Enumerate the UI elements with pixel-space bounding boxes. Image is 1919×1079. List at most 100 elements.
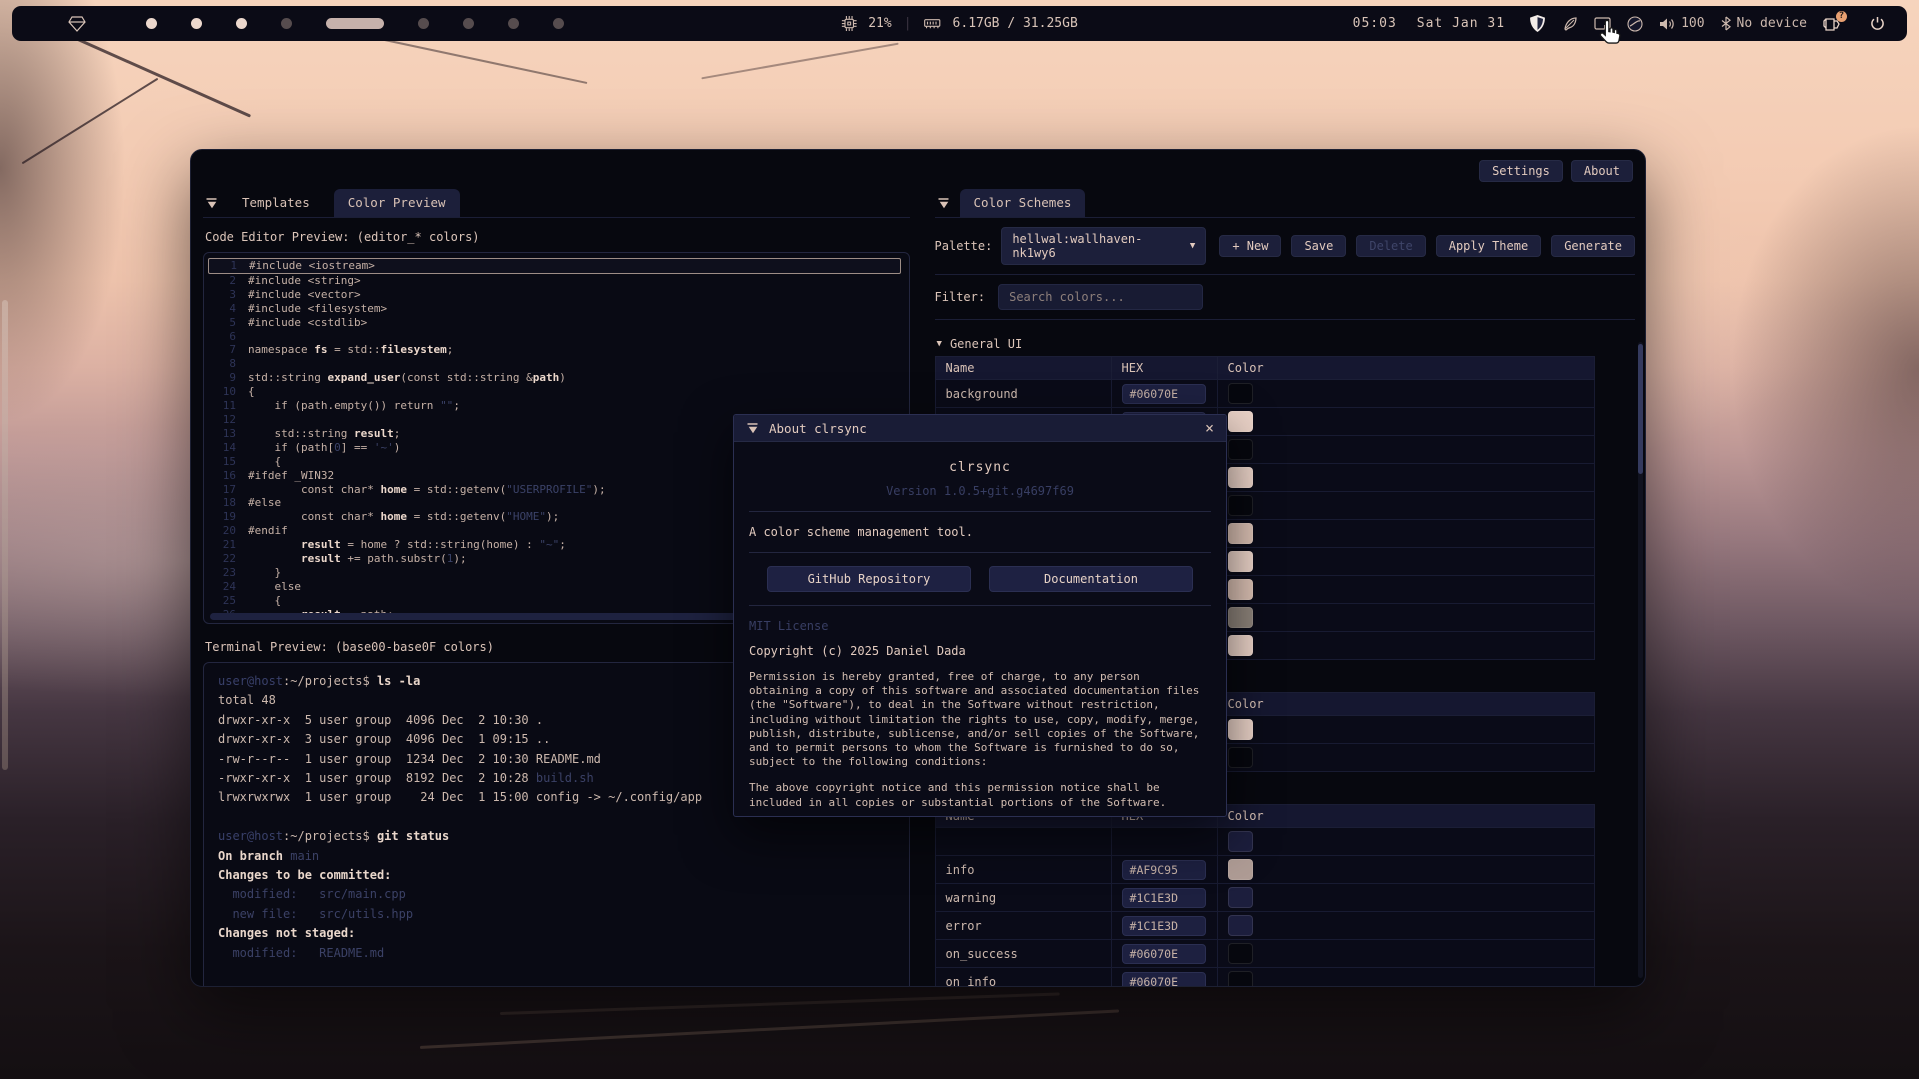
tab-color-schemes[interactable]: Color Schemes — [960, 189, 1086, 217]
terminal-line: On branch main — [218, 847, 895, 866]
cpu-usage: 21% — [868, 16, 891, 31]
wallpaper-trees-right — [1679, 120, 1919, 740]
table-row[interactable]: on_info#06070E — [935, 968, 1594, 988]
feather-icon[interactable] — [1562, 16, 1578, 32]
terminal-line: modified: README.md — [218, 944, 895, 963]
search-input[interactable] — [998, 284, 1203, 310]
code-line: 8 — [208, 357, 901, 371]
color-swatch[interactable] — [1228, 887, 1253, 908]
color-name: warning — [935, 884, 1111, 912]
workspace-dot-1[interactable] — [146, 18, 157, 29]
close-icon[interactable]: × — [1205, 419, 1214, 437]
color-swatch[interactable] — [1228, 579, 1253, 600]
chevron-down-icon: ▼ — [1190, 241, 1195, 251]
about-button[interactable]: About — [1571, 160, 1633, 182]
shield-icon[interactable] — [1529, 15, 1546, 32]
color-swatch[interactable] — [1228, 915, 1253, 936]
vertical-scrollbar[interactable] — [1638, 342, 1643, 978]
palette-value: hellwal:wallhaven-nk1wy6 — [1012, 232, 1182, 260]
hex-value-field[interactable]: #1C1E3D — [1122, 888, 1206, 908]
hex-value-field[interactable]: #1C1E3D — [1122, 916, 1206, 936]
code-line: 7namespace fs = std::filesystem; — [208, 343, 901, 357]
about-dialog: About clrsync × clrsync Version 1.0.5+gi… — [733, 414, 1227, 817]
new-button[interactable]: + New — [1219, 235, 1281, 257]
workspace-dot-5[interactable] — [326, 18, 384, 29]
documentation-button[interactable]: Documentation — [989, 566, 1193, 592]
stat-separator: | — [904, 16, 912, 31]
color-name: background — [935, 380, 1111, 408]
terminal-line: Changes to be committed: — [218, 866, 895, 885]
color-swatch[interactable] — [1228, 383, 1253, 404]
workspace-dot-6[interactable] — [418, 18, 429, 29]
column-header: Name — [935, 357, 1111, 380]
github-repository-button[interactable]: GitHub Repository — [767, 566, 971, 592]
apply-theme-button[interactable]: Apply Theme — [1436, 235, 1541, 257]
scrollbar-thumb[interactable] — [1638, 344, 1643, 474]
tab-templates[interactable]: Templates — [228, 189, 324, 217]
palette-row: Palette: hellwal:wallhaven-nk1wy6 ▼ + Ne… — [935, 227, 1635, 265]
code-line: 3#include <vector> — [208, 288, 901, 302]
sphere-icon[interactable] — [1627, 16, 1643, 32]
code-line: 2#include <string> — [208, 274, 901, 288]
hex-value-field[interactable]: #06070E — [1122, 944, 1206, 964]
workspace-dot-8[interactable] — [508, 18, 519, 29]
table-row[interactable]: on_success#06070E — [935, 940, 1594, 968]
divider — [749, 552, 1211, 553]
workspace-dot-3[interactable] — [236, 18, 247, 29]
tree-trunk — [2, 300, 8, 770]
settings-button[interactable]: Settings — [1479, 160, 1563, 182]
delete-button[interactable]: Delete — [1356, 235, 1425, 257]
divider — [749, 511, 1211, 512]
section-title[interactable]: ▼General UI — [935, 332, 1597, 356]
power-icon[interactable] — [1870, 16, 1885, 31]
table-row[interactable] — [935, 828, 1594, 856]
hex-value-field[interactable]: #AF9C95 — [1122, 860, 1206, 880]
table-row[interactable]: info #AF9C95 — [935, 856, 1594, 884]
status-bar: 21% | 6.17GB / 31.25GB 05:03 Sat Jan 31 — [12, 6, 1907, 41]
gem-logo-icon[interactable] — [68, 16, 86, 32]
table-row[interactable]: warning #1C1E3D — [935, 884, 1594, 912]
volume-control[interactable]: 100 — [1659, 16, 1704, 31]
color-swatch[interactable] — [1228, 943, 1253, 964]
bluetooth-status[interactable]: No device — [1721, 16, 1807, 31]
notifications[interactable]: ? — [1823, 16, 1840, 32]
workspace-dot-4[interactable] — [281, 18, 292, 29]
terminal-line: ANSI Colors (0-7 / 8-15): — [218, 983, 895, 988]
color-name — [935, 828, 1111, 856]
color-swatch[interactable] — [1228, 467, 1253, 488]
column-header: Color — [1217, 805, 1594, 828]
color-swatch[interactable] — [1228, 719, 1253, 740]
dialog-buttons: GitHub Repository Documentation — [749, 566, 1211, 592]
color-swatch[interactable] — [1228, 439, 1253, 460]
color-swatch[interactable] — [1228, 635, 1253, 656]
dialog-titlebar: About clrsync × — [734, 415, 1226, 442]
color-swatch[interactable] — [1228, 551, 1253, 572]
app-name: clrsync — [749, 460, 1211, 475]
color-name: info — [935, 856, 1111, 884]
color-swatch[interactable] — [1228, 495, 1253, 516]
color-swatch[interactable] — [1228, 747, 1253, 768]
palette-dropdown[interactable]: hellwal:wallhaven-nk1wy6 ▼ — [1001, 227, 1206, 265]
generate-button[interactable]: Generate — [1551, 235, 1635, 257]
workspace-dot-7[interactable] — [463, 18, 474, 29]
color-swatch[interactable] — [1228, 971, 1253, 987]
color-swatch[interactable] — [1228, 859, 1253, 880]
table-row[interactable]: error#1C1E3D — [935, 912, 1594, 940]
schemes-tabbar: Color Schemes — [935, 182, 1635, 218]
color-swatch[interactable] — [1228, 831, 1253, 852]
speaker-icon — [1659, 17, 1675, 31]
divider — [749, 605, 1211, 606]
workspace-dot-2[interactable] — [191, 18, 202, 29]
color-swatch[interactable] — [1228, 523, 1253, 544]
hex-value-field[interactable]: #06070E — [1122, 384, 1206, 404]
filter-row: Filter: — [935, 284, 1635, 310]
hex-value-field[interactable]: #06070E — [1122, 972, 1206, 988]
preview-tabbar: Templates Color Preview — [203, 182, 910, 218]
color-swatch[interactable] — [1228, 411, 1253, 432]
tab-color-preview[interactable]: Color Preview — [334, 189, 460, 217]
divider — [935, 274, 1635, 275]
table-row[interactable]: background #06070E — [935, 380, 1594, 408]
save-button[interactable]: Save — [1291, 235, 1346, 257]
workspace-dot-9[interactable] — [553, 18, 564, 29]
color-swatch[interactable] — [1228, 607, 1253, 628]
